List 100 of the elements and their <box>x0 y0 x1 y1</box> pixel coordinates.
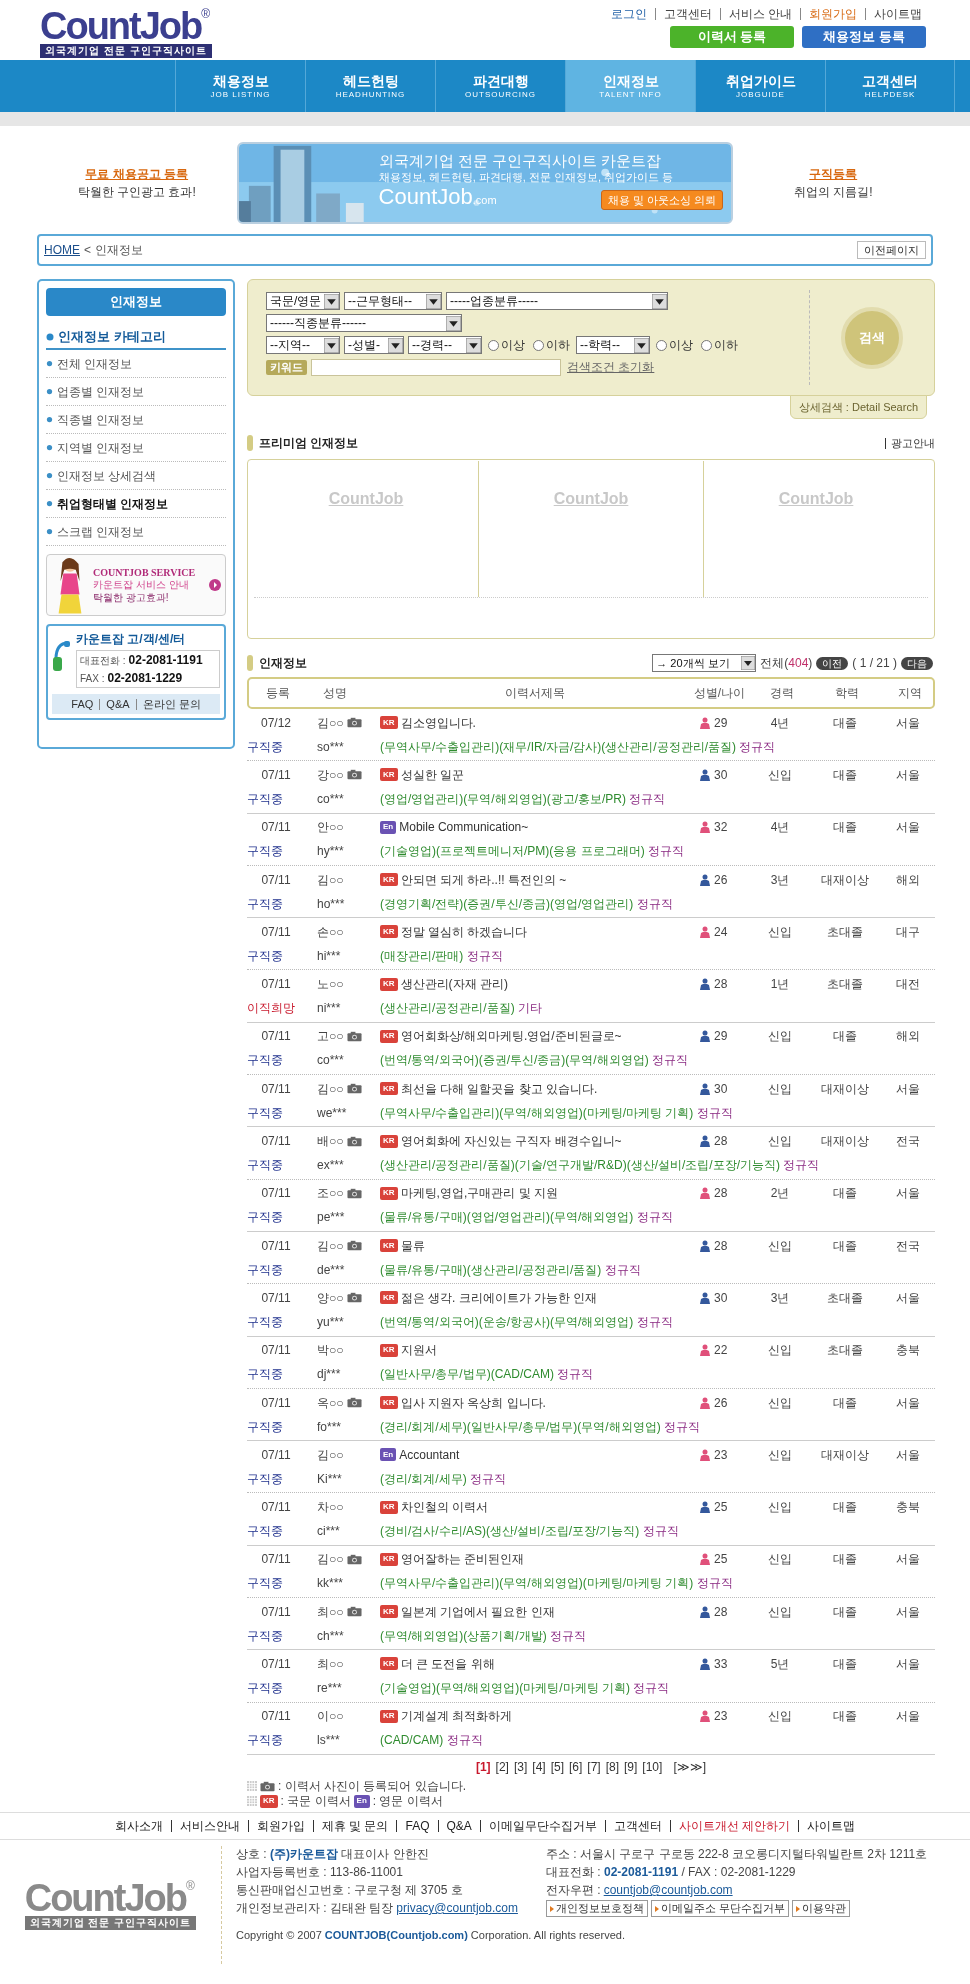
dropdown[interactable]: -성별- <box>344 336 404 354</box>
resume-title-link[interactable]: 최선을 다해 일할곳을 찾고 있습니다. <box>400 1079 598 1098</box>
footer-link[interactable]: 이메일무단수집거부 <box>479 1820 605 1832</box>
detail-search-tab[interactable]: 상세검색 : Detail Search <box>789 395 927 419</box>
page-link[interactable]: [3] <box>513 1757 528 1776</box>
page-link[interactable]: [≫≫] <box>673 1757 707 1776</box>
dropdown[interactable]: --지역-- <box>266 336 340 354</box>
resume-title-link[interactable]: 성실한 일꾼 <box>400 765 464 784</box>
footer-link[interactable]: Q&A <box>437 1820 480 1832</box>
page-link[interactable]: [1] <box>475 1757 491 1776</box>
sidebar-item[interactable]: 직종별 인재정보 <box>46 406 226 434</box>
resume-title-link[interactable]: 정말 열심히 하겠습니다 <box>400 922 528 941</box>
page-link[interactable]: [7] <box>587 1757 601 1776</box>
reset-link[interactable]: 검색조건 초기화 <box>567 358 655 376</box>
top-link[interactable]: 서비스 안내 <box>719 8 800 20</box>
top-link[interactable]: 사이트맵 <box>865 8 930 20</box>
support-link[interactable]: Q&A <box>99 698 136 710</box>
language-badge: KR <box>380 716 398 730</box>
footer-link[interactable]: 회사소개 <box>106 1820 171 1832</box>
email-link[interactable]: privacy@countjob.com <box>396 1900 518 1916</box>
resume-title-link[interactable]: Mobile Communication~ <box>399 818 529 837</box>
radio-button[interactable]: 이상 <box>656 336 693 354</box>
footer-link[interactable]: 사이트개선 제안하기 <box>669 1820 799 1832</box>
resume-title-link[interactable]: 물류 <box>400 1236 425 1255</box>
nav-tab[interactable]: 취업가이드 JOBGUIDE <box>695 60 825 112</box>
support-link[interactable]: FAQ <box>65 698 100 710</box>
resume-title-link[interactable]: 지원서 <box>400 1341 437 1360</box>
page-link[interactable]: [6] <box>569 1757 583 1776</box>
resume-title-link[interactable]: 안되면 되게 하라..!! 특전인의 ~ <box>400 870 567 889</box>
resume-title-link[interactable]: 기계설계 최적화하게 <box>400 1707 512 1726</box>
promo-link[interactable]: 무료 채용공고 등록 <box>85 165 189 183</box>
footer-link[interactable]: 서비스안내 <box>170 1820 248 1832</box>
keyword-input[interactable] <box>311 358 561 376</box>
sidebar-item[interactable]: 업종별 인재정보 <box>46 378 226 406</box>
sidebar-item[interactable]: 전체 인재정보 <box>46 350 226 378</box>
next-button[interactable]: 다음 <box>901 656 933 670</box>
dropdown[interactable]: --학력-- <box>576 336 650 354</box>
top-link[interactable]: 고객센터 <box>654 8 720 20</box>
previous-button[interactable]: 이전 <box>816 656 849 670</box>
resume-title-link[interactable]: Accountant <box>399 1445 460 1464</box>
page-link[interactable]: [10] <box>642 1757 663 1776</box>
footer-link[interactable]: 제휴 및 문의 <box>312 1820 397 1832</box>
dropdown[interactable]: --경력-- <box>408 336 482 354</box>
back-button[interactable]: 이전페이지 <box>857 241 926 259</box>
table-cell-text: dj*** <box>316 1366 342 1384</box>
policy-button[interactable]: 개인정보보호정책 <box>546 1900 648 1917</box>
resume-title-link[interactable]: 젊은 생각. 크리에이트가 가능한 인재 <box>400 1288 598 1307</box>
sidebar-item[interactable]: 지역별 인재정보 <box>46 434 226 462</box>
page-link[interactable]: [8] <box>605 1757 619 1776</box>
resume-title-link[interactable]: 영어잘하는 준비된인재 <box>400 1550 524 1569</box>
table-cell-text: 신입 <box>767 1603 793 1621</box>
breadcrumb-separator: < <box>84 242 91 259</box>
top-link[interactable]: 로그인 <box>602 8 655 20</box>
resume-title-link[interactable]: 일본계 기업에서 필요한 인재 <box>400 1602 555 1621</box>
sidebar-item[interactable]: 인재정보 상세검색 <box>46 462 226 490</box>
home-link[interactable]: HOME <box>44 241 80 259</box>
resume-title-link[interactable]: 차인철의 이력서 <box>400 1498 488 1517</box>
policy-button[interactable]: 이용약관 <box>792 1900 851 1917</box>
table-cell-text: 충북 <box>894 1499 921 1517</box>
fax-number: 02-2081-1229 <box>107 670 183 687</box>
radio-button[interactable]: 이하 <box>701 336 738 354</box>
top-link[interactable]: 회원가입 <box>800 8 865 20</box>
resume-title-link[interactable]: 더 큰 도전을 위해 <box>400 1655 495 1673</box>
resume-title-link[interactable]: 김소영입니다. <box>400 713 476 732</box>
service-ad[interactable]: COUNTJOB SERVICE 카운트잡 서비스 안내 탁월한 광고효과! <box>46 554 226 616</box>
table-cell-text: 신입 <box>767 1394 793 1412</box>
policy-button[interactable]: 이메일주소 무단수집거부 <box>651 1900 790 1917</box>
registered-mark: ® <box>201 8 211 20</box>
nav-tab[interactable]: 채용정보 JOB LISTING <box>175 60 305 112</box>
footer-link[interactable]: FAQ <box>396 1820 438 1832</box>
resume-title-link[interactable]: 마케팅,영업,구매관리 및 지원 <box>400 1184 558 1203</box>
promo-link[interactable]: 구직등록 <box>809 165 858 183</box>
resume-title-link[interactable]: 입사 지원자 옥상희 입니다. <box>400 1393 546 1412</box>
footer-link[interactable]: 회원가입 <box>247 1820 313 1832</box>
resume-title-link[interactable]: 생산관리(자재 관리) <box>400 975 508 994</box>
footer-link[interactable]: 사이트맵 <box>798 1820 864 1832</box>
sidebar-item[interactable]: 스크랩 인재정보 <box>46 518 226 546</box>
radio-button[interactable]: 이상 <box>488 336 525 354</box>
page-link[interactable]: [5] <box>550 1757 564 1776</box>
dropdown[interactable]: -----업종분류----- <box>446 292 668 310</box>
dropdown[interactable]: ------직종분류------ <box>266 314 462 332</box>
page-size-dropdown[interactable]: → 20개씩 보기 <box>652 654 757 672</box>
nav-tab[interactable]: 고객센터 HELPDESK <box>825 60 955 112</box>
dropdown[interactable]: 국문/영문 <box>266 292 340 310</box>
footer-link[interactable]: 고객센터 <box>604 1820 670 1832</box>
table-cell-text: fo*** <box>316 1418 343 1436</box>
page-link[interactable]: [2] <box>495 1757 509 1776</box>
resume-title-link[interactable]: 영어회화상/해외마케팅.영업/준비된글로~ <box>400 1027 622 1046</box>
page-link[interactable]: [4] <box>532 1757 546 1776</box>
email-link[interactable]: countjob@countjob.com <box>603 1882 733 1898</box>
page-link[interactable]: [9] <box>624 1757 638 1776</box>
sidebar-item[interactable]: 취업형태별 인재정보 <box>46 490 226 518</box>
header-button[interactable]: 채용정보 등록 <box>802 26 926 48</box>
support-link[interactable]: 온라인 문의 <box>135 698 207 710</box>
ad-info-link[interactable]: 광고안내 <box>885 437 935 449</box>
radio-button[interactable]: 이하 <box>533 336 570 354</box>
resume-title-link[interactable]: 영어회화에 자신있는 구직자 배경수입니~ <box>400 1132 622 1150</box>
nav-tab[interactable]: 헤드헌팅 HEADHUNTING <box>305 60 435 112</box>
category-text: (무역/해외영업)(상품기획/개발) 정규직 <box>380 1627 587 1645</box>
dropdown[interactable]: --근무형태-- <box>344 292 442 310</box>
